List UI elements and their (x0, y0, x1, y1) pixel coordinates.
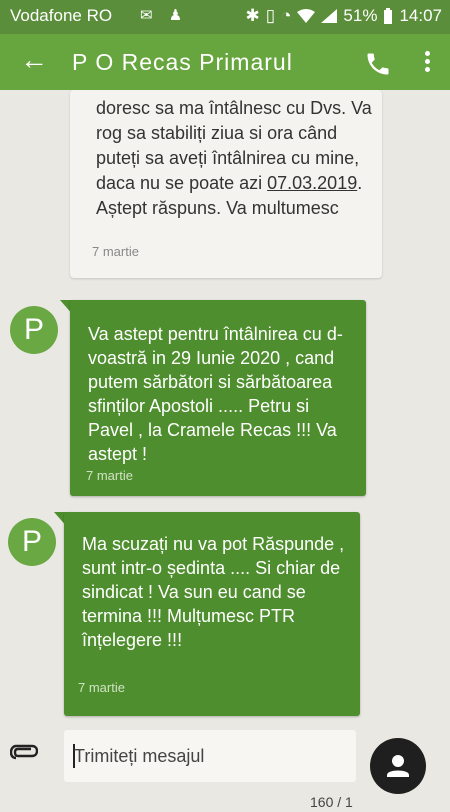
date-link[interactable]: 07.03.2019 (267, 173, 357, 193)
avatar[interactable]: P (10, 306, 58, 354)
message-text: Va astept pentru întâlnirea cu d-voastră… (88, 324, 343, 464)
outgoing-message[interactable]: Va astept pentru întâlnirea cu d-voastră… (70, 300, 366, 496)
avatar[interactable]: P (8, 518, 56, 566)
status-right: ✱ ▯ ◔ 51% 14:07 (246, 6, 442, 26)
signal-icon (321, 9, 338, 23)
back-arrow-icon[interactable]: ← (20, 46, 48, 74)
alarm-icon: ◔ (281, 6, 292, 25)
message-icon: ✉ (140, 7, 159, 24)
person-icon: ♟ (168, 7, 189, 24)
conversation-title: P O Recas Primarul (72, 49, 293, 75)
compose-bar: Trimiteți mesajul 160 / 1 (0, 720, 450, 812)
more-vert-icon[interactable] (422, 48, 432, 78)
message-text: Ma scuzați nu va pot Răspunde , sunt int… (82, 534, 345, 650)
message-text: doresc sa ma întâlnesc cu Dvs. Va rog sa… (96, 98, 372, 218)
character-counter: 160 / 1 (310, 794, 353, 810)
battery-percent: 51% (343, 6, 378, 25)
notification-icons: ✉ ♟ (140, 6, 188, 24)
message-placeholder: Trimiteți mesajul (74, 746, 205, 766)
message-time: 7 martie (86, 468, 133, 483)
send-button[interactable] (370, 738, 426, 794)
phone-icon[interactable] (364, 50, 392, 78)
carrier-name: Vodafone RO (10, 6, 113, 25)
status-bar: Vodafone RO ✉ ♟ ✱ ▯ ◔ 51% 14:07 (0, 0, 450, 34)
clock: 14:07 (399, 6, 442, 25)
message-time: 7 martie (78, 680, 125, 695)
vibrate-icon: ▯ (265, 6, 276, 25)
message-thread[interactable]: doresc sa ma întâlnesc cu Dvs. Va rog sa… (0, 90, 450, 720)
contact-icon (387, 755, 409, 777)
app-bar: ← P O Recas Primarul (0, 34, 450, 90)
wifi-icon (297, 9, 316, 23)
battery-icon (384, 8, 393, 24)
message-time: 7 martie (92, 244, 139, 259)
attach-icon[interactable] (10, 744, 38, 760)
message-input[interactable]: Trimiteți mesajul (64, 730, 356, 782)
incoming-message[interactable]: doresc sa ma întâlnesc cu Dvs. Va rog sa… (70, 90, 382, 278)
bluetooth-icon: ✱ (245, 6, 260, 25)
outgoing-message[interactable]: Ma scuzați nu va pot Răspunde , sunt int… (64, 512, 360, 716)
